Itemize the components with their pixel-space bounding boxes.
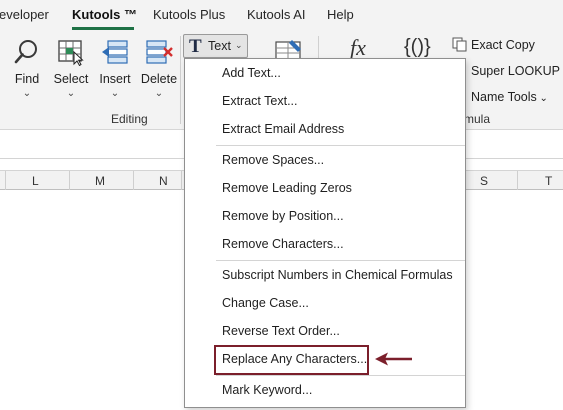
delete-label: Delete [140,72,178,86]
text-button-label: Text [208,39,231,53]
chevron-down-icon: ⌄ [22,88,32,99]
insert-rows-icon [102,40,128,64]
exact-copy-label: Exact Copy [471,38,535,52]
menu-separator [216,260,465,261]
chevron-down-icon: ⌄ [235,40,243,50]
column-header-l[interactable]: L [32,174,39,188]
tab-kutools-ai[interactable]: Kutools AI [247,7,306,22]
text-dropdown-button[interactable]: T Text ⌄ [183,34,248,58]
tab-kutools[interactable]: Kutools ™ [72,7,137,22]
menu-item-remove-characters[interactable]: Remove Characters... [222,237,344,251]
menu-item-reverse-text-order[interactable]: Reverse Text Order... [222,324,340,338]
super-lookup-button[interactable]: Super LOOKUP ⌄ [452,63,563,83]
editing-group-label: Editing [111,112,148,126]
menu-separator [216,145,465,146]
format-tools-icon[interactable] [274,38,304,60]
chevron-down-icon: ⌄ [154,88,164,99]
select-label: Select [53,72,89,86]
column-header-n[interactable]: N [159,174,168,188]
chevron-down-icon: ⌄ [66,88,76,99]
delete-rows-icon [146,40,173,64]
formula-group-label: mula [464,112,491,126]
braces-formula-icon[interactable]: {()} [404,36,431,59]
group-separator [180,36,181,124]
column-header-s[interactable]: S [480,174,488,188]
menu-separator [216,375,465,376]
insert-button[interactable]: Insert ⌄ [93,36,137,104]
column-divider [181,171,182,190]
menu-item-remove-by-position[interactable]: Remove by Position... [222,209,344,223]
menu-item-extract-email[interactable]: Extract Email Address [222,122,344,136]
name-tools-label: Name Tools [471,90,537,104]
ribbon-tab-bar: eveloper Kutools ™ Kutools Plus Kutools … [0,0,563,30]
menu-item-remove-leading-zeros[interactable]: Remove Leading Zeros [222,181,352,195]
column-divider [517,171,518,190]
column-divider [5,171,6,190]
name-tools-button[interactable]: Name Tools ⌄ [452,89,548,109]
find-label: Find [14,72,40,86]
delete-button[interactable]: Delete ⌄ [137,36,181,104]
tab-help[interactable]: Help [327,7,354,22]
text-t-icon: T [189,36,202,57]
insert-label: Insert [99,72,131,86]
column-header-t[interactable]: T [545,174,552,188]
magnifier-icon [14,40,37,64]
exact-copy-button[interactable]: Exact Copy [452,37,535,57]
chevron-down-icon: ⌄ [110,88,120,99]
menu-item-subscript-numbers[interactable]: Subscript Numbers in Chemical Formulas [222,268,453,282]
find-button[interactable]: Find ⌄ [5,36,49,104]
super-lookup-label: Super LOOKUP [471,64,560,78]
menu-item-mark-keyword[interactable]: Mark Keyword... [222,383,312,397]
menu-item-extract-text[interactable]: Extract Text... [222,94,298,108]
menu-item-change-case[interactable]: Change Case... [222,296,309,310]
tab-developer[interactable]: eveloper [0,7,49,22]
left-arrow-icon [375,352,412,366]
menu-item-remove-spaces[interactable]: Remove Spaces... [222,153,324,167]
copy-icon [452,37,467,52]
select-grid-icon [58,40,84,66]
column-divider [133,171,134,190]
highlight-box [214,345,369,375]
tab-kutools-plus[interactable]: Kutools Plus [153,7,225,22]
column-divider [69,171,70,190]
select-button[interactable]: Select ⌄ [49,36,93,104]
menu-item-add-text[interactable]: Add Text... [222,66,281,80]
column-header-m[interactable]: M [95,174,105,188]
